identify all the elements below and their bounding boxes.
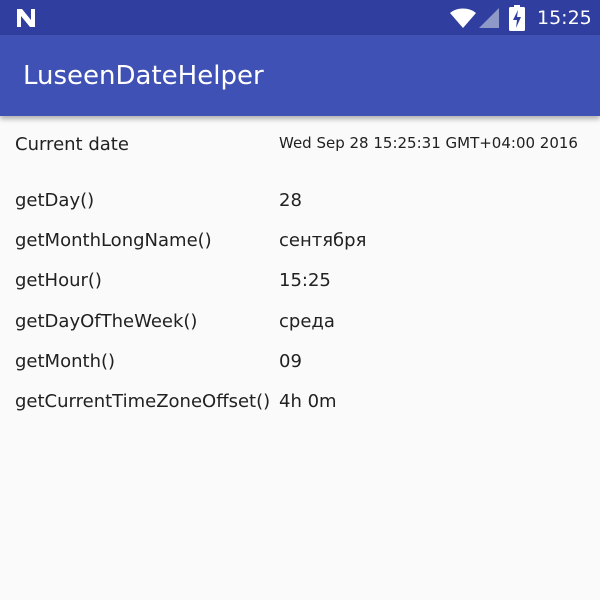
status-bar: 15:25	[0, 0, 600, 35]
info-row-current-date: Current date Wed Sep 28 15:25:31 GMT+04:…	[0, 130, 600, 160]
info-row-get-day-of-the-week: getDayOfTheWeek() среда	[0, 307, 600, 337]
info-row-get-month-long-name: getMonthLongName() сентября	[0, 226, 600, 256]
app-title: LuseenDateHelper	[23, 61, 264, 91]
row-label: getDay()	[15, 190, 95, 211]
row-value: 09	[279, 351, 302, 372]
row-value: 28	[279, 190, 302, 211]
info-row-get-hour: getHour() 15:25	[0, 266, 600, 296]
row-label: Current date	[15, 134, 129, 155]
info-row-get-day: getDay() 28	[0, 186, 600, 216]
status-time: 15:25	[537, 7, 592, 29]
info-row-get-month: getMonth() 09	[0, 347, 600, 377]
cell-signal-icon	[479, 8, 499, 28]
info-row-get-current-timezone-offset: getCurrentTimeZoneOffset() 4h 0m	[0, 387, 600, 417]
row-value: среда	[279, 311, 335, 332]
row-label: getHour()	[15, 270, 102, 291]
row-value: 4h 0m	[279, 391, 337, 412]
app-bar: LuseenDateHelper	[0, 35, 600, 116]
row-label: getCurrentTimeZoneOffset()	[15, 391, 271, 412]
row-value: сентября	[279, 230, 367, 251]
notification-n-icon	[17, 9, 35, 27]
row-value: Wed Sep 28 15:25:31 GMT+04:00 2016	[279, 134, 578, 152]
row-value: 15:25	[279, 270, 331, 291]
battery-charging-icon	[509, 5, 525, 31]
wifi-icon	[450, 8, 476, 28]
row-label: getMonthLongName()	[15, 230, 212, 251]
row-label: getDayOfTheWeek()	[15, 311, 198, 332]
row-label: getMonth()	[15, 351, 116, 372]
